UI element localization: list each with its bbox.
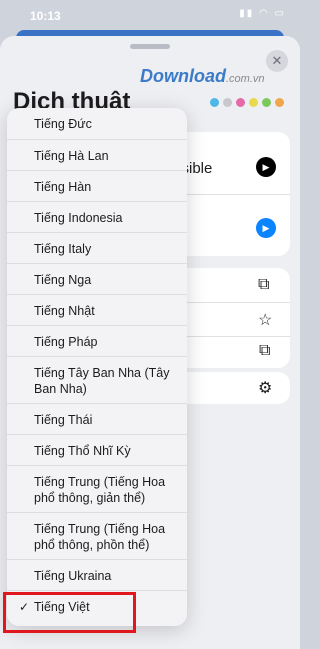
language-option[interactable]: Tiếng Italy xyxy=(7,232,187,264)
language-option-label: Tiếng Indonesia xyxy=(34,211,123,225)
language-option-label: Tiếng Thái xyxy=(34,413,93,427)
status-bar: 10:13 ▮▮ ◠ ▭ xyxy=(0,0,300,28)
language-option-label: Tiếng Hàn xyxy=(34,180,92,194)
divider xyxy=(174,336,290,337)
language-option[interactable]: Tiếng Ukraina xyxy=(7,559,187,591)
language-option-label: Tiếng Nhật xyxy=(34,304,95,318)
star-icon[interactable]: ☆ xyxy=(258,310,272,330)
close-icon: ✕ xyxy=(271,53,283,68)
language-option[interactable]: Tiếng Trung (Tiếng Hoa phổ thông, giản t… xyxy=(7,465,187,513)
language-option-label: Tiếng Tây Ban Nha (Tây Ban Nha) xyxy=(34,366,170,396)
open-app-icon[interactable]: ⧉ xyxy=(259,342,270,360)
language-option-label: Tiếng Pháp xyxy=(34,335,98,349)
language-option[interactable]: Tiếng Trung (Tiếng Hoa phổ thông, phồn t… xyxy=(7,512,187,560)
language-option-label: Tiếng Đức xyxy=(34,117,92,131)
language-option[interactable]: Tiếng Tây Ban Nha (Tây Ban Nha) xyxy=(7,356,187,404)
language-option-label: Tiếng Thổ Nhĩ Kỳ xyxy=(34,444,131,458)
language-menu: Tiếng Đức Tiếng Hà Lan Tiếng Hàn Tiếng Indo… xyxy=(7,108,187,626)
sheet-grabber[interactable] xyxy=(130,44,170,49)
language-option[interactable]: Tiếng Đức xyxy=(7,108,187,139)
language-option[interactable]: Tiếng Thái xyxy=(7,403,187,435)
language-option[interactable]: Tiếng Indonesia xyxy=(7,201,187,233)
highlight-annotation xyxy=(3,592,136,633)
gear-icon[interactable]: ⚙ xyxy=(258,378,272,398)
watermark-dots xyxy=(210,94,288,112)
play-source-button[interactable]: ▶ xyxy=(256,157,276,177)
language-option-label: Tiếng Ukraina xyxy=(34,569,112,583)
divider xyxy=(174,194,290,195)
language-option-label: Tiếng Trung (Tiếng Hoa phổ thông, phồn t… xyxy=(34,522,166,552)
language-option[interactable]: Tiếng Hà Lan xyxy=(7,139,187,171)
language-option[interactable]: Tiếng Pháp xyxy=(7,325,187,357)
close-button[interactable]: ✕ xyxy=(266,50,288,72)
language-option[interactable]: Tiếng Nhật xyxy=(7,294,187,326)
status-time: 10:13 xyxy=(30,9,61,23)
language-option-label: Tiếng Hà Lan xyxy=(34,149,109,163)
language-option[interactable]: Tiếng Hàn xyxy=(7,170,187,202)
language-option-label: Tiếng Italy xyxy=(34,242,92,256)
language-option-label: Tiếng Trung (Tiếng Hoa phổ thông, giản t… xyxy=(34,475,166,505)
copy-icon[interactable]: ⧉ xyxy=(258,276,269,294)
language-option-label: Tiếng Nga xyxy=(34,273,92,287)
language-option[interactable]: Tiếng Thổ Nhĩ Kỳ xyxy=(7,434,187,466)
play-translation-button[interactable]: ▶ xyxy=(256,218,276,238)
divider xyxy=(174,302,290,303)
status-icons: ▮▮ ◠ ▭ xyxy=(239,8,286,19)
watermark-logo: Download.com.vn xyxy=(140,66,265,86)
language-option[interactable]: Tiếng Nga xyxy=(7,263,187,295)
